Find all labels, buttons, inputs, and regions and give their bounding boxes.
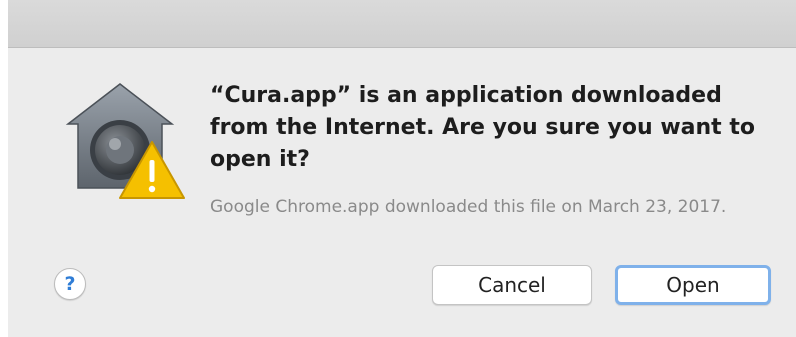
cancel-button[interactable]: Cancel bbox=[432, 265, 592, 305]
open-button[interactable]: Open bbox=[615, 265, 771, 305]
cancel-button-label: Cancel bbox=[478, 273, 546, 297]
dialog-titlebar bbox=[8, 0, 796, 48]
open-button-label: Open bbox=[666, 273, 720, 297]
security-dialog: “Cura.app” is an application downloaded … bbox=[8, 0, 796, 337]
dialog-subtext: Google Chrome.app downloaded this file o… bbox=[210, 197, 727, 217]
dialog-headline: “Cura.app” is an application downloaded … bbox=[210, 83, 755, 172]
help-button[interactable]: ? bbox=[54, 268, 86, 300]
gatekeeper-warning-icon bbox=[60, 80, 190, 200]
help-icon: ? bbox=[64, 273, 76, 295]
